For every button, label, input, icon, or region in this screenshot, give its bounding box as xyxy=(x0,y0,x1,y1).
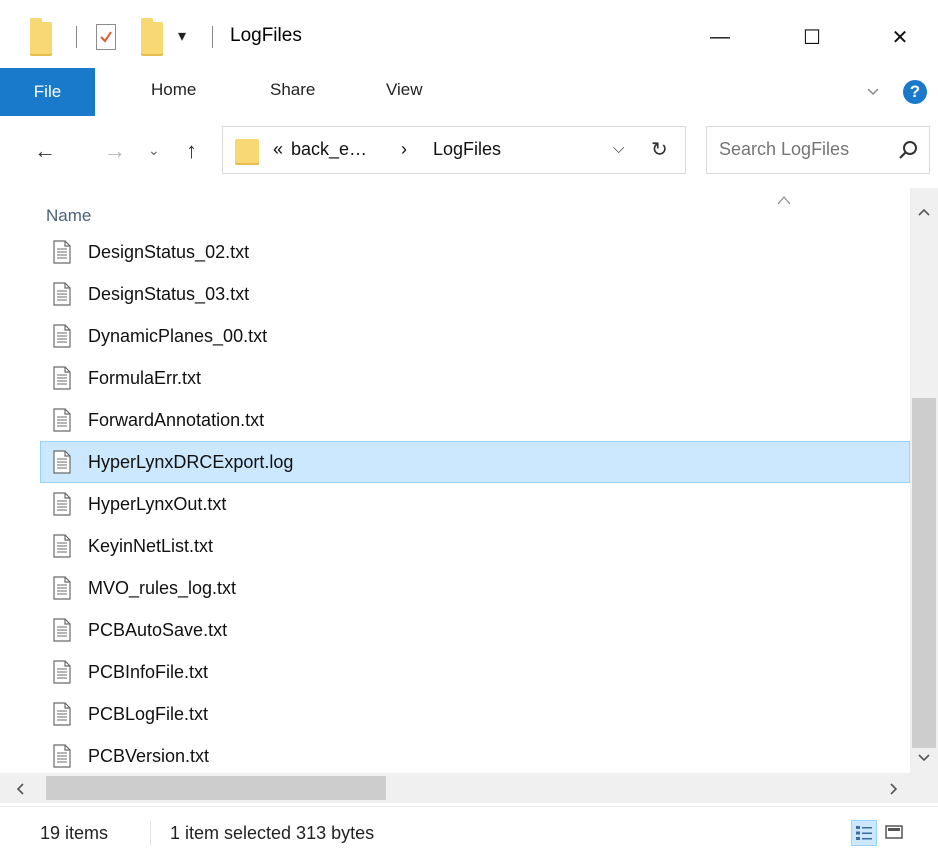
list-item[interactable]: DesignStatus_02.txt xyxy=(40,231,910,273)
toolbar-separator xyxy=(212,26,213,48)
tab-home[interactable]: Home xyxy=(151,80,196,100)
file-name: FormulaErr.txt xyxy=(88,368,202,388)
file-name: KeyinNetList.txt xyxy=(88,536,214,556)
list-item[interactable]: PCBInfoFile.txt xyxy=(40,651,910,693)
breadcrumb-logfiles[interactable]: LogFiles xyxy=(433,139,501,160)
large-icons-view-icon xyxy=(885,825,903,839)
horizontal-scroll-thumb[interactable] xyxy=(46,776,386,800)
scroll-right-icon[interactable] xyxy=(890,783,898,795)
toolbar-separator xyxy=(76,26,77,48)
text-file-icon xyxy=(53,366,71,390)
file-name: PCBLogFile.txt xyxy=(88,704,209,724)
title-bar: ▾ LogFiles — ☐ ✕ xyxy=(0,0,938,68)
text-file-icon xyxy=(53,408,71,432)
back-arrow-icon[interactable]: ← xyxy=(34,138,56,164)
vertical-scroll-thumb[interactable] xyxy=(912,398,936,748)
list-item[interactable]: MVO_rules_log.txt xyxy=(40,567,910,609)
maximize-button[interactable]: ☐ xyxy=(782,14,842,60)
file-list: Name DesignStatus_02.txt DesignStatus_03.… xyxy=(0,188,938,788)
large-icons-view-button[interactable] xyxy=(882,820,908,846)
file-name: PCBAutoSave.txt xyxy=(88,620,228,640)
tab-file[interactable]: File xyxy=(0,68,95,116)
scroll-left-icon[interactable] xyxy=(16,783,24,795)
column-header-name[interactable]: Name xyxy=(46,206,91,226)
address-dropdown-icon[interactable]: ⌵ xyxy=(613,140,624,157)
folder-icon xyxy=(235,139,259,165)
breadcrumb-back-e[interactable]: back_e… xyxy=(291,139,367,160)
scroll-up-icon[interactable] xyxy=(918,208,930,216)
ribbon: File Home Share View ? xyxy=(0,68,938,117)
details-view-button[interactable] xyxy=(851,820,877,846)
status-bar: 19 items 1 item selected 313 bytes xyxy=(0,806,938,858)
window-title: LogFiles xyxy=(230,25,302,46)
horizontal-scrollbar[interactable] xyxy=(0,773,910,803)
list-item[interactable]: FormulaErr.txt xyxy=(40,357,910,399)
properties-icon[interactable] xyxy=(96,24,116,50)
minimize-button[interactable]: — xyxy=(690,14,750,60)
list-item[interactable]: ForwardAnnotation.txt xyxy=(40,399,910,441)
file-rows: DesignStatus_02.txt DesignStatus_03.txt Dy… xyxy=(40,231,910,777)
scrollbar-corner xyxy=(910,773,938,803)
search-input[interactable] xyxy=(719,139,889,160)
text-file-icon xyxy=(53,660,71,684)
list-item[interactable]: PCBVersion.txt xyxy=(40,735,910,777)
list-item[interactable]: DesignStatus_03.txt xyxy=(40,273,910,315)
text-file-icon xyxy=(53,618,71,642)
address-bar[interactable]: « back_e… › LogFiles ⌵ ↻ xyxy=(222,126,686,174)
file-name: DesignStatus_03.txt xyxy=(88,284,250,304)
new-folder-icon[interactable] xyxy=(141,18,163,56)
list-item[interactable]: HyperLynxOut.txt xyxy=(40,483,910,525)
search-box[interactable] xyxy=(706,126,930,174)
status-separator xyxy=(150,821,151,845)
item-count: 19 items xyxy=(40,823,109,843)
text-file-icon xyxy=(53,240,71,264)
help-icon[interactable]: ? xyxy=(903,80,927,104)
vertical-scrollbar[interactable] xyxy=(910,188,938,773)
scroll-down-icon[interactable] xyxy=(918,754,930,762)
search-icon[interactable] xyxy=(897,139,919,161)
refresh-icon[interactable]: ↻ xyxy=(651,137,668,162)
list-item[interactable]: PCBAutoSave.txt xyxy=(40,609,910,651)
text-file-icon xyxy=(53,282,71,306)
text-file-icon xyxy=(53,492,71,516)
close-button[interactable]: ✕ xyxy=(870,14,930,60)
list-item[interactable]: PCBLogFile.txt xyxy=(40,693,910,735)
file-name: PCBInfoFile.txt xyxy=(88,662,209,682)
expand-ribbon-icon[interactable] xyxy=(866,84,880,98)
navigation-bar: ← → ⌄ ↑ « back_e… › LogFiles ⌵ ↻ xyxy=(0,116,938,188)
list-item[interactable]: HyperLynxDRCExport.log xyxy=(40,441,910,483)
file-name: DesignStatus_02.txt xyxy=(88,242,250,262)
text-file-icon xyxy=(53,702,71,726)
text-file-icon xyxy=(53,534,71,558)
text-file-icon xyxy=(53,324,71,348)
sort-ascending-icon xyxy=(777,196,791,205)
selection-info: 1 item selected 313 bytes xyxy=(170,823,375,843)
file-name: MVO_rules_log.txt xyxy=(88,578,237,598)
forward-arrow-icon[interactable]: → xyxy=(104,138,126,164)
text-file-icon xyxy=(53,450,71,474)
recent-locations-icon[interactable]: ⌄ xyxy=(148,142,160,159)
file-name: HyperLynxDRCExport.log xyxy=(88,452,294,472)
list-item[interactable]: KeyinNetList.txt xyxy=(40,525,910,567)
folder-icon[interactable] xyxy=(30,18,52,56)
breadcrumb-overflow[interactable]: « xyxy=(273,139,283,160)
tab-view[interactable]: View xyxy=(386,80,423,100)
up-arrow-icon[interactable]: ↑ xyxy=(186,138,197,164)
file-name: PCBVersion.txt xyxy=(88,746,210,766)
file-name: DynamicPlanes_00.txt xyxy=(88,326,268,346)
details-view-icon xyxy=(856,826,872,840)
text-file-icon xyxy=(53,744,71,768)
breadcrumb-separator[interactable]: › xyxy=(401,139,407,160)
text-file-icon xyxy=(53,576,71,600)
file-name: HyperLynxOut.txt xyxy=(88,494,227,514)
file-name: ForwardAnnotation.txt xyxy=(88,410,265,430)
tab-share[interactable]: Share xyxy=(270,80,315,100)
quick-access-dropdown-icon[interactable]: ▾ xyxy=(178,26,186,46)
list-item[interactable]: DynamicPlanes_00.txt xyxy=(40,315,910,357)
